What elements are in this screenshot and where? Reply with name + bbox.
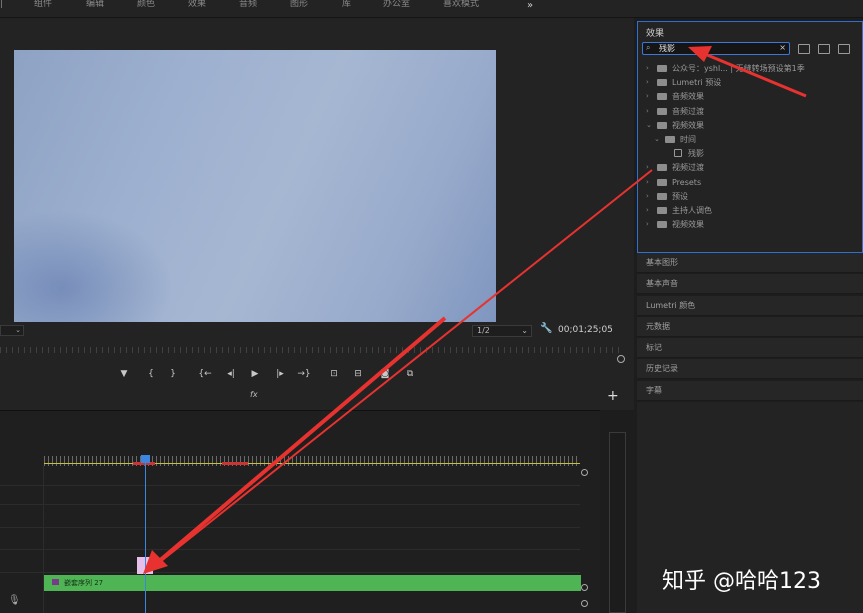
annotation-arrow-search [699, 50, 807, 98]
annotation-overlay [143, 46, 807, 574]
watermark: 知乎 @哈哈123 [662, 569, 821, 594]
annotation-arrow-drop [156, 316, 447, 564]
premiere-window: { "menu": { "tabs": ["组件", "编辑", "颜色", "… [0, 0, 863, 613]
annotation-line-drag [154, 169, 653, 567]
arrow-head-icon [143, 550, 168, 574]
